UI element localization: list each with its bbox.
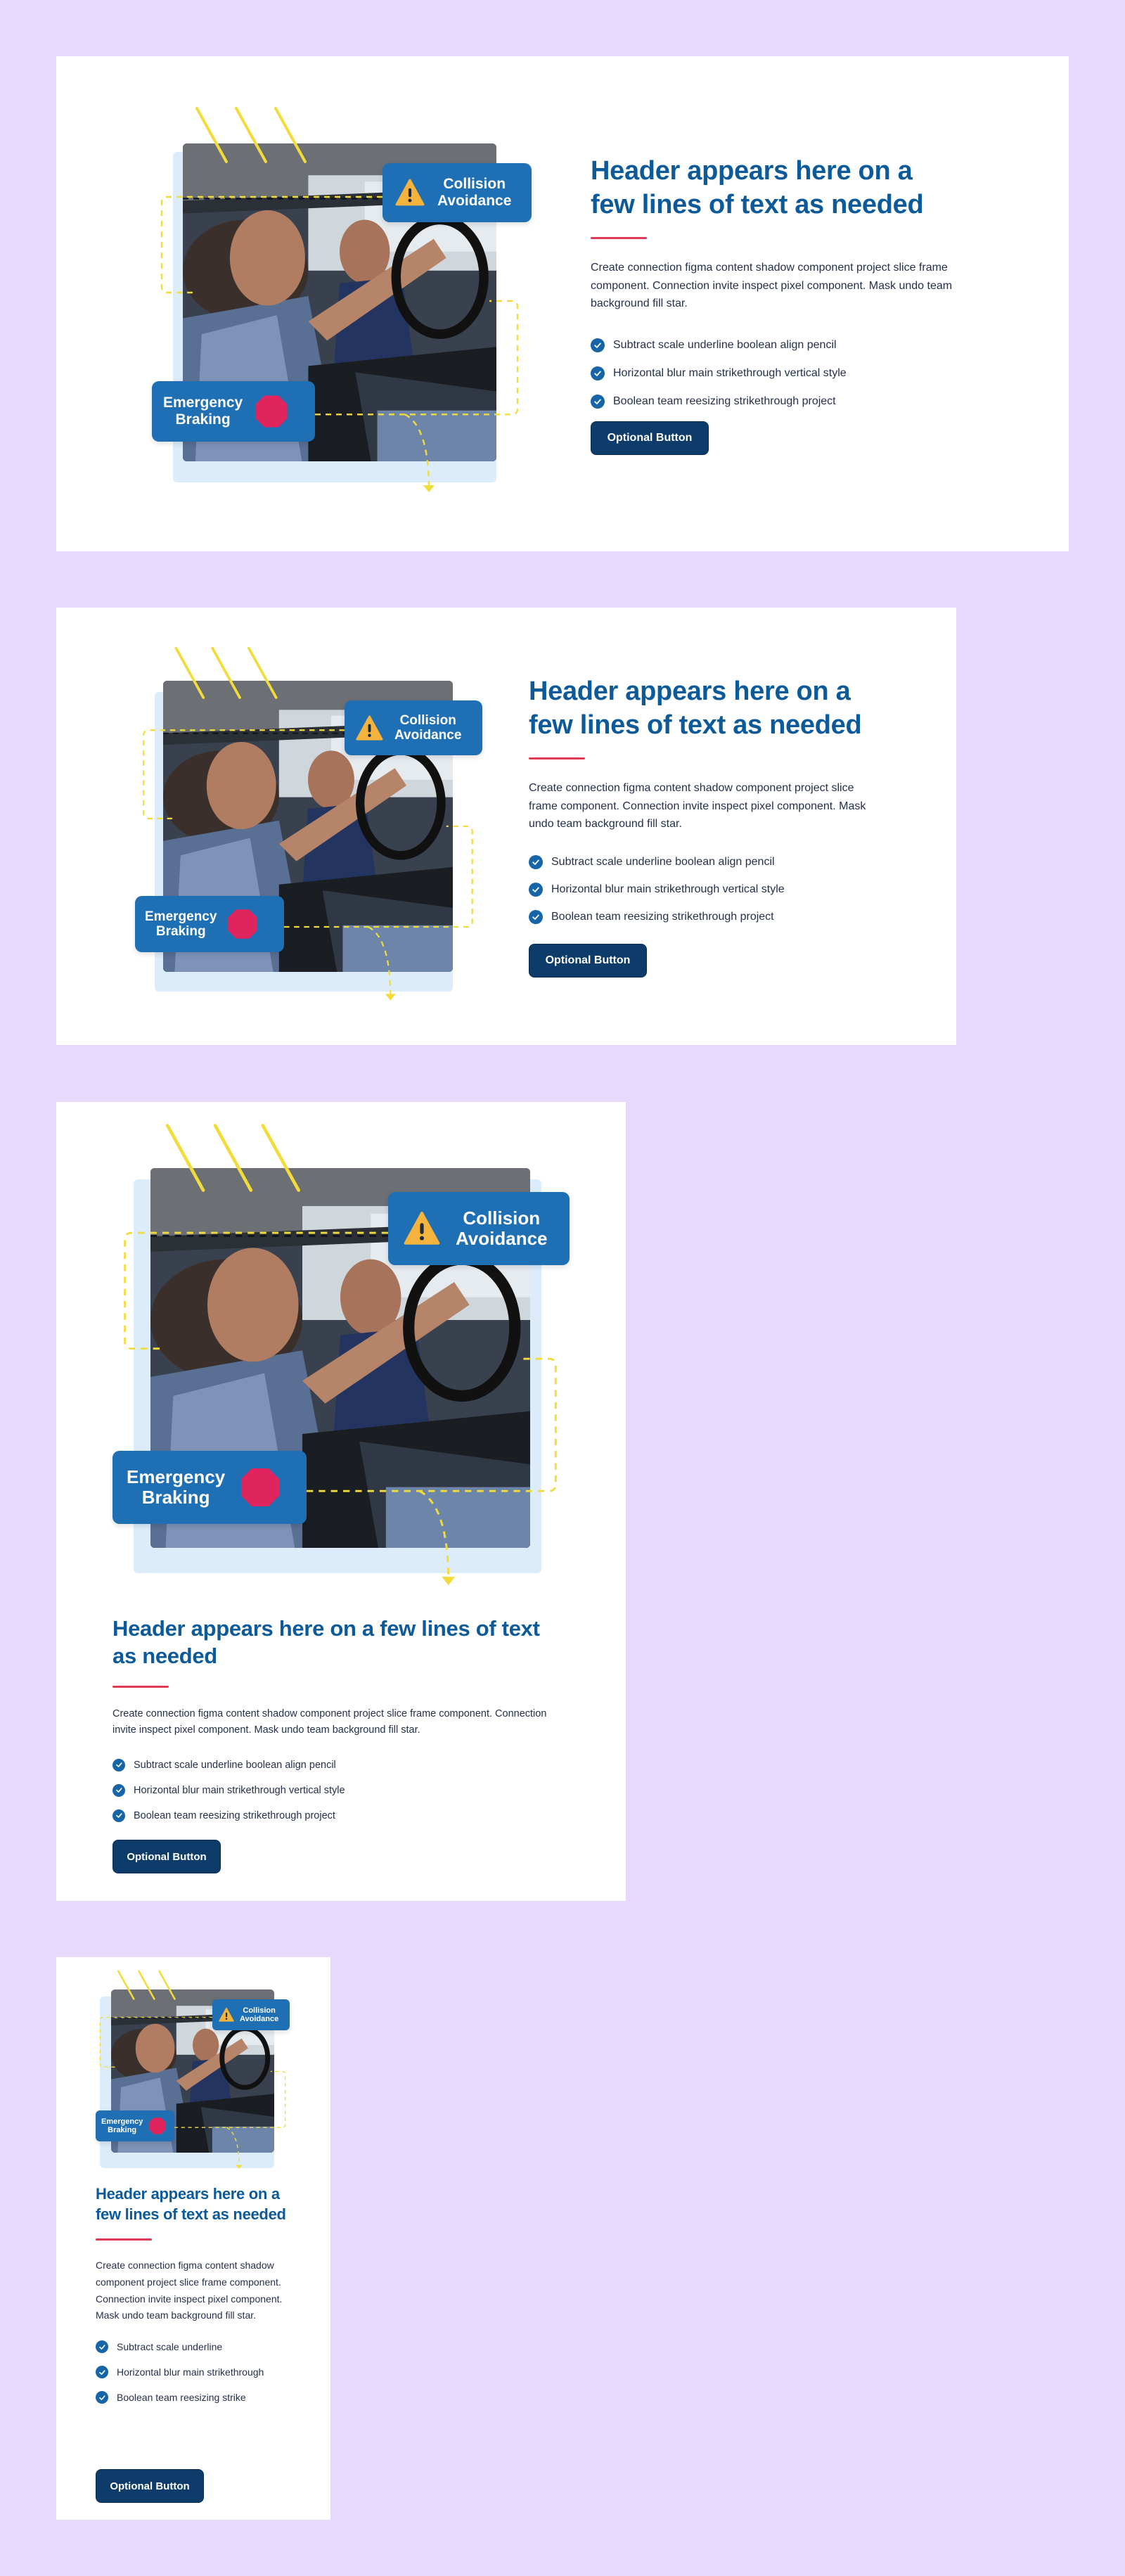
feature-card-mobile: Collision Avoidance Emergency Braking He… bbox=[56, 1957, 330, 2520]
collision-avoidance-label: Collision Avoidance bbox=[394, 712, 462, 743]
emergency-braking-label: Emergency Braking bbox=[127, 1466, 226, 1508]
emergency-braking-label: Emergency Braking bbox=[163, 395, 243, 428]
guide-lines bbox=[99, 1970, 286, 2169]
warning-triangle-icon bbox=[356, 715, 383, 742]
checklist-item-label: Subtract scale underline boolean align p… bbox=[134, 1759, 336, 1771]
checklist-item-label: Boolean team reesizing strikethrough pro… bbox=[613, 395, 836, 407]
feature-description: Create connection figma content shadow c… bbox=[112, 1707, 547, 1736]
checklist-item: Subtract scale underline boolean align p… bbox=[112, 1752, 577, 1778]
feature-checklist: Subtract scale underline boolean align p… bbox=[112, 1752, 577, 1828]
collision-avoidance-badge: Collision Avoidance bbox=[212, 1999, 290, 2030]
emergency-braking-label: Emergency Braking bbox=[145, 909, 217, 939]
feature-checklist: Subtract scale underline boolean align p… bbox=[529, 849, 880, 931]
checklist-item: Horizontal blur main strikethrough verti… bbox=[112, 1778, 577, 1803]
checklist-item-label: Horizontal blur main strikethrough verti… bbox=[551, 883, 785, 896]
checklist-item-label: Boolean team reesizing strikethrough pro… bbox=[551, 911, 774, 923]
check-circle-icon bbox=[112, 1758, 125, 1771]
checklist-item-label: Subtract scale underline boolean align p… bbox=[551, 856, 775, 869]
checklist-item-label: Horizontal blur main strikethrough verti… bbox=[613, 366, 847, 379]
checklist-item-label: Horizontal blur main strikethrough bbox=[117, 2366, 264, 2378]
optional-button[interactable]: Optional Button bbox=[529, 944, 647, 978]
heading-accent-line bbox=[529, 757, 585, 760]
checklist-item: Boolean team reesizing strike bbox=[96, 2385, 300, 2410]
check-circle-icon bbox=[96, 2340, 108, 2354]
check-circle-icon bbox=[96, 2366, 108, 2379]
collision-avoidance-label: Collision Avoidance bbox=[437, 176, 512, 209]
feature-content: Header appears here on a few lines of te… bbox=[96, 2184, 300, 2410]
feature-description: Create connection figma content shadow c… bbox=[591, 262, 953, 310]
stop-octagon-icon bbox=[148, 2117, 167, 2135]
feature-media: Collision Avoidance Emergency Braking bbox=[56, 1102, 626, 1608]
stop-octagon-icon bbox=[239, 1466, 281, 1508]
feature-heading: Header appears here on a few lines of te… bbox=[112, 1616, 540, 1668]
optional-button[interactable]: Optional Button bbox=[112, 1840, 221, 1873]
heading-accent-line bbox=[591, 237, 647, 239]
collision-avoidance-label: Collision Avoidance bbox=[456, 1207, 548, 1249]
optional-button[interactable]: Optional Button bbox=[96, 2469, 204, 2503]
checklist-item: Horizontal blur main strikethrough verti… bbox=[591, 359, 956, 387]
feature-media: Collision Avoidance Emergency Braking bbox=[56, 608, 492, 1045]
checklist-item-label: Horizontal blur main strikethrough verti… bbox=[134, 1784, 345, 1796]
checklist-item-label: Subtract scale underline bbox=[117, 2341, 223, 2353]
check-circle-icon bbox=[96, 2391, 108, 2404]
feature-content: Header appears here on a few lines of te… bbox=[112, 1615, 577, 1828]
feature-checklist: Subtract scale underline boolean align p… bbox=[591, 331, 956, 416]
collision-avoidance-label: Collision Avoidance bbox=[240, 2006, 279, 2023]
optional-button[interactable]: Optional Button bbox=[591, 421, 709, 455]
feature-checklist: Subtract scale underline Horizontal blur… bbox=[96, 2334, 300, 2410]
collision-avoidance-badge: Collision Avoidance bbox=[382, 163, 532, 222]
feature-media: Collision Avoidance Emergency Braking bbox=[56, 1957, 330, 2182]
emergency-braking-badge: Emergency Braking bbox=[135, 896, 284, 952]
feature-description: Create connection figma content shadow c… bbox=[529, 782, 866, 831]
checklist-item: Boolean team reesizing strikethrough pro… bbox=[529, 904, 880, 931]
warning-triangle-icon bbox=[395, 178, 425, 207]
feature-card-desktop: Collision Avoidance Emergency Braking He… bbox=[56, 608, 956, 1045]
emergency-braking-badge: Emergency Braking bbox=[112, 1451, 307, 1524]
check-circle-icon bbox=[112, 1783, 125, 1797]
stop-octagon-icon bbox=[254, 394, 289, 429]
checklist-item: Boolean team reesizing strikethrough pro… bbox=[591, 387, 956, 416]
check-circle-icon bbox=[529, 855, 543, 870]
check-circle-icon bbox=[529, 883, 543, 897]
feature-card-tablet: Collision Avoidance Emergency Braking He… bbox=[56, 1102, 626, 1901]
checklist-item-label: Subtract scale underline boolean align p… bbox=[613, 338, 837, 351]
guide-lines bbox=[143, 646, 473, 1001]
guide-lines bbox=[160, 107, 519, 492]
checklist-item: Boolean team reesizing strikethrough pro… bbox=[112, 1803, 577, 1828]
check-circle-icon bbox=[529, 910, 543, 925]
emergency-braking-badge: Emergency Braking bbox=[96, 2110, 174, 2141]
heading-accent-line bbox=[112, 1685, 169, 1688]
emergency-braking-label: Emergency Braking bbox=[101, 2117, 143, 2134]
check-circle-icon bbox=[591, 394, 605, 409]
collision-avoidance-badge: Collision Avoidance bbox=[388, 1192, 570, 1265]
checklist-item: Horizontal blur main strikethrough bbox=[96, 2359, 300, 2385]
checklist-item: Subtract scale underline boolean align p… bbox=[529, 849, 880, 876]
checklist-item: Subtract scale underline bbox=[96, 2334, 300, 2359]
warning-triangle-icon bbox=[404, 1210, 440, 1247]
warning-triangle-icon bbox=[219, 2007, 234, 2023]
feature-heading: Header appears here on a few lines of te… bbox=[529, 677, 862, 740]
feature-content: Header appears here on a few lines of te… bbox=[591, 155, 956, 416]
feature-description: Create connection figma content shadow c… bbox=[96, 2260, 283, 2321]
stop-octagon-icon bbox=[226, 908, 259, 940]
checklist-item: Horizontal blur main strikethrough verti… bbox=[529, 876, 880, 904]
heading-accent-line bbox=[96, 2238, 152, 2241]
feature-card-desktop-xl: Collision Avoidance Emergency Braking He… bbox=[56, 56, 1069, 551]
check-circle-icon bbox=[591, 338, 605, 352]
emergency-braking-badge: Emergency Braking bbox=[152, 381, 315, 442]
feature-heading: Header appears here on a few lines of te… bbox=[96, 2185, 286, 2224]
feature-content: Header appears here on a few lines of te… bbox=[529, 675, 880, 931]
collision-avoidance-badge: Collision Avoidance bbox=[345, 700, 482, 755]
check-circle-icon bbox=[112, 1809, 125, 1822]
checklist-item: Subtract scale underline boolean align p… bbox=[591, 331, 956, 359]
check-circle-icon bbox=[591, 366, 605, 380]
feature-heading: Header appears here on a few lines of te… bbox=[591, 156, 924, 219]
checklist-item-label: Boolean team reesizing strike bbox=[117, 2392, 246, 2404]
feature-media: Collision Avoidance Emergency Braking bbox=[56, 56, 548, 551]
guide-lines bbox=[124, 1124, 557, 1586]
checklist-item-label: Boolean team reesizing strikethrough pro… bbox=[134, 1809, 335, 1821]
